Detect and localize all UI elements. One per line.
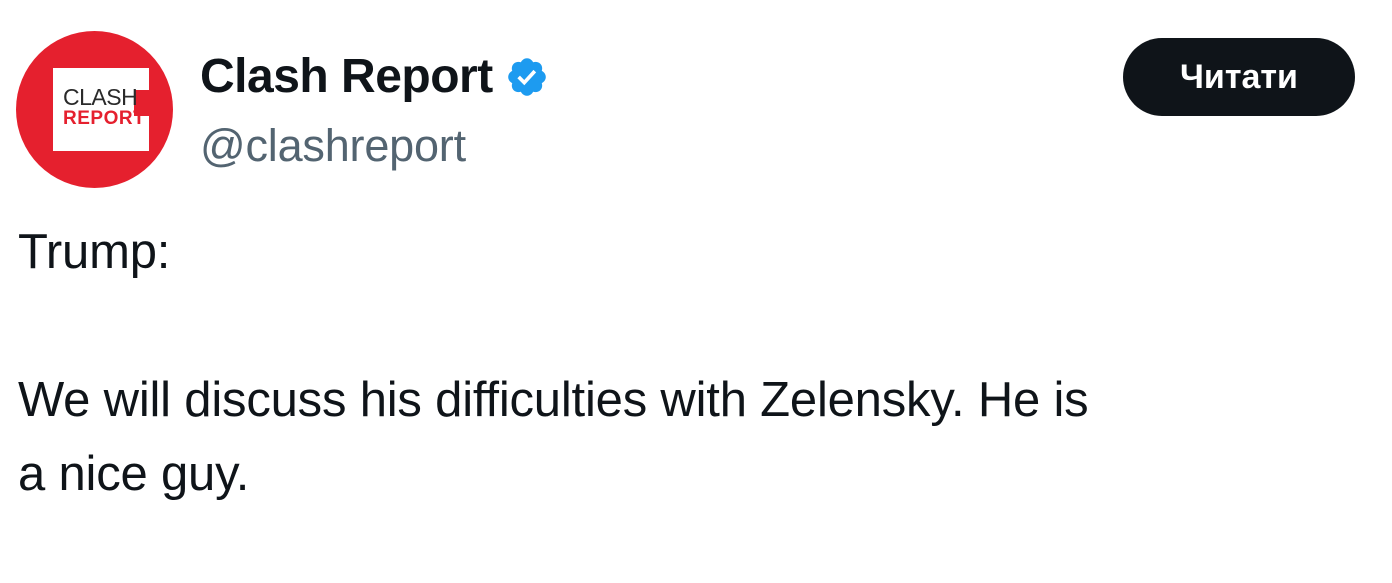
author-display-name[interactable]: Clash Report	[200, 48, 493, 106]
verified-badge-icon	[505, 55, 549, 99]
avatar-logo-text-clash: CLASH	[63, 84, 138, 110]
tweet-line: Trump:	[18, 225, 171, 279]
follow-button[interactable]: Читати	[1123, 38, 1355, 116]
avatar-logo-text-report: REPORT	[63, 108, 146, 129]
author-name-row: Clash Report	[200, 48, 549, 106]
tweet-text: Trump: We will discuss his difficulties …	[18, 215, 1378, 511]
tweet-card: CLASH REPORT Clash Report @clashreport Ч…	[0, 0, 1392, 583]
author-handle[interactable]: @clashreport	[200, 118, 466, 174]
avatar[interactable]: CLASH REPORT	[16, 31, 173, 188]
tweet-line: a nice guy.	[18, 447, 250, 501]
tweet-line: We will discuss his difficulties with Ze…	[18, 373, 1089, 427]
tweet-line-blank	[18, 289, 1378, 363]
